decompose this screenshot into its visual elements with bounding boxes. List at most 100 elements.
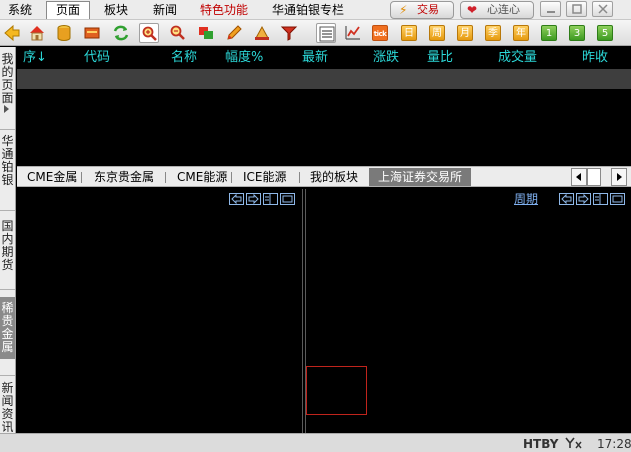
menu-news[interactable]: 新闻 (148, 2, 182, 18)
menu-page[interactable]: 页面 (46, 1, 90, 19)
left-tab-news[interactable]: 新闻资讯 (0, 382, 15, 434)
database-button[interactable] (54, 23, 74, 43)
trend-chart-button[interactable] (343, 23, 363, 43)
home-icon (30, 26, 44, 41)
shift-right-button[interactable] (246, 193, 261, 205)
market-tab-my-blocks[interactable]: 我的板块 (310, 168, 358, 186)
market-tabs: CME金属 东京贵金属 CME能源 ICE能源 我的板块 上海证券交易所 (17, 166, 631, 187)
selected-row[interactable] (17, 69, 631, 89)
shift-left-button[interactable] (229, 193, 244, 205)
menu-system[interactable]: 系统 (4, 2, 36, 18)
close-icon (598, 4, 608, 14)
tabs-scroll-left-button[interactable] (571, 168, 587, 186)
tools-button[interactable] (252, 23, 272, 43)
market-tab-tokyo-precious[interactable]: 东京贵金属 (94, 168, 154, 186)
zoom-in-button[interactable] (139, 23, 159, 43)
number-1-button[interactable]: 1 (541, 25, 557, 41)
card-button[interactable] (82, 23, 102, 43)
quote-table-header: 序↓ 代码 名称 幅度% 最新 涨跌 量比 成交量 昨收 (17, 47, 631, 68)
column-name[interactable]: 名称 (171, 49, 197, 66)
column-index[interactable]: 序↓ (23, 49, 47, 66)
number-5-button[interactable]: 5 (597, 25, 613, 41)
toolbar: tick 日 周 月 季 年 1 3 5 (0, 20, 631, 46)
pencil-icon (227, 25, 242, 40)
filter-button[interactable] (279, 23, 299, 43)
left-tab-htby[interactable]: 华通铂银 (0, 135, 15, 187)
left-tab-separator (0, 375, 15, 376)
refresh-button[interactable] (111, 23, 131, 43)
quote-table-body[interactable] (17, 89, 631, 166)
market-tab-cme-energy[interactable]: CME能源 (177, 168, 227, 186)
split-view-button[interactable] (593, 193, 608, 205)
period-day-button[interactable]: 日 (401, 25, 417, 41)
menu-special-features[interactable]: 特色功能 (196, 2, 252, 18)
connect-button[interactable]: ❤ 心连心 (460, 1, 534, 19)
expand-arrow-icon[interactable] (4, 105, 9, 113)
chart-pane-left[interactable] (17, 189, 303, 433)
left-tab-separator (0, 129, 15, 130)
window-icon (612, 195, 623, 203)
minimize-icon (547, 11, 555, 13)
period-link[interactable]: 周期 (514, 192, 538, 206)
sort-down-icon: ↓ (36, 50, 47, 65)
zoom-in-icon (142, 26, 157, 41)
tabs-scroll-thumb[interactable] (587, 168, 601, 186)
period-week-button[interactable]: 周 (429, 25, 445, 41)
quote-list-button[interactable] (316, 23, 336, 43)
zoom-out-button[interactable] (168, 23, 188, 43)
menu-bar: 系统 页面 板块 新闻 特色功能 华通铂银专栏 ⚡ 交易 ❤ 心连心 (0, 0, 631, 20)
column-change[interactable]: 涨跌 (373, 49, 399, 66)
left-tab-precious-metals[interactable]: 稀贵金属 (0, 297, 15, 359)
market-tab-shanghai-exchange[interactable]: 上海证券交易所 (369, 168, 472, 186)
arrow-left-icon (576, 173, 581, 181)
column-volume-ratio[interactable]: 量比 (427, 49, 453, 66)
split-view-button[interactable] (263, 193, 278, 205)
market-tab-cme-metals[interactable]: CME金属 (27, 168, 77, 186)
arrow-right-icon (617, 173, 622, 181)
column-prev-close[interactable]: 昨收 (582, 49, 608, 66)
shift-right-button[interactable] (576, 193, 591, 205)
disconnect-icon[interactable] (565, 436, 583, 452)
minimize-button[interactable] (540, 1, 561, 17)
left-tab-domestic-futures[interactable]: 国内期货 (0, 220, 15, 272)
draw-button[interactable] (224, 23, 244, 43)
period-month-button[interactable]: 月 (457, 25, 473, 41)
windows-button[interactable] (196, 23, 216, 43)
trade-button[interactable]: ⚡ 交易 (390, 1, 454, 19)
column-change-percent[interactable]: 幅度% (225, 49, 263, 66)
left-tab-my-page[interactable]: 我的页面 (0, 53, 15, 105)
selection-box (306, 366, 367, 415)
close-button[interactable] (592, 1, 613, 17)
menu-htby-column[interactable]: 华通铂银专栏 (268, 2, 348, 18)
maximize-icon (572, 4, 582, 14)
column-latest[interactable]: 最新 (302, 49, 328, 66)
menu-block[interactable]: 板块 (99, 2, 133, 18)
period-quarter-button[interactable]: 季 (485, 25, 501, 41)
column-code[interactable]: 代码 (84, 49, 110, 66)
database-icon (57, 25, 71, 41)
number-3-button[interactable]: 3 (569, 25, 585, 41)
status-bar: HTBY 17:28 (0, 433, 631, 452)
period-year-button[interactable]: 年 (513, 25, 529, 41)
maximize-pane-button[interactable] (280, 193, 295, 205)
lightning-icon: ⚡ (399, 3, 408, 17)
maximize-pane-button[interactable] (610, 193, 625, 205)
filter-icon (280, 26, 298, 41)
tick-button[interactable]: tick (372, 25, 388, 41)
home-button[interactable] (27, 23, 47, 43)
column-volume[interactable]: 成交量 (498, 49, 537, 66)
maximize-button[interactable] (566, 1, 587, 17)
market-tab-separator (165, 172, 166, 183)
heart-icon: ❤ (467, 3, 478, 17)
clock: 17:28 (597, 437, 631, 451)
arrow-left-box-icon (231, 194, 242, 204)
tabs-scroll-right-button[interactable] (611, 168, 627, 186)
refresh-icon (113, 25, 129, 41)
back-button[interactable] (2, 23, 22, 43)
market-tab-separator (81, 172, 82, 183)
broker-label: HTBY (523, 437, 559, 451)
shift-left-button[interactable] (559, 193, 574, 205)
arrow-right-box-icon (578, 194, 589, 204)
market-tab-ice-energy[interactable]: ICE能源 (243, 168, 287, 186)
connect-button-label: 心连心 (487, 3, 520, 16)
